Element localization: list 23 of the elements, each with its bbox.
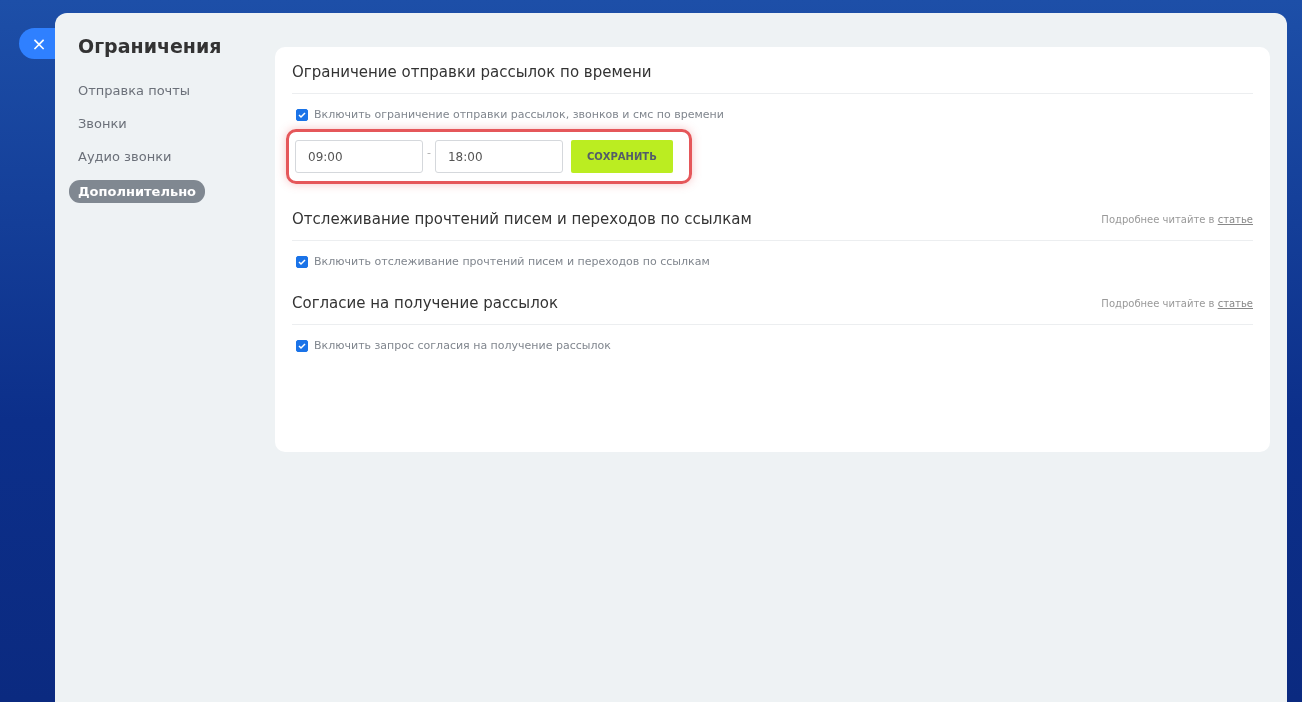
help-note: Подробнее читайте в статье (1101, 213, 1253, 225)
sidebar-item[interactable]: Дополнительно (69, 180, 206, 203)
sidebar-item[interactable]: Звонки (69, 114, 136, 133)
sidebar-item[interactable]: Аудио звонки (69, 147, 181, 166)
section-title: Отслеживание прочтений писем и переходов по ссылкам (292, 210, 752, 228)
section-title: Ограничение отправки рассылок по времени (292, 63, 652, 81)
checkbox-label: Включить ограничение отправки рассылок, звонков и смс по времени (314, 108, 724, 121)
range-separator: - (427, 146, 431, 159)
panel-title: Ограничения (78, 35, 223, 57)
checkbox[interactable] (296, 339, 308, 352)
article-link[interactable]: статье (1217, 297, 1253, 309)
save-button[interactable]: СОХРАНИТЬ (571, 140, 673, 173)
checkbox[interactable] (296, 255, 308, 268)
checkbox[interactable] (296, 108, 308, 121)
sidebar-item[interactable]: Отправка почты (69, 81, 200, 100)
close-button[interactable]: × (19, 28, 55, 59)
checkbox-label: Включить запрос согласия на получение рассылок (314, 339, 611, 352)
checkbox-label: Включить отслеживание прочтений писем и переходов по ссылкам (314, 255, 710, 268)
help-note: Подробнее читайте в статье (1101, 297, 1253, 309)
time-from-field[interactable]: 09:00 (295, 140, 423, 173)
section-title: Согласие на получение рассылок (292, 294, 559, 312)
article-link[interactable]: статье (1217, 213, 1253, 225)
time-to-field[interactable]: 18:00 (435, 140, 563, 173)
